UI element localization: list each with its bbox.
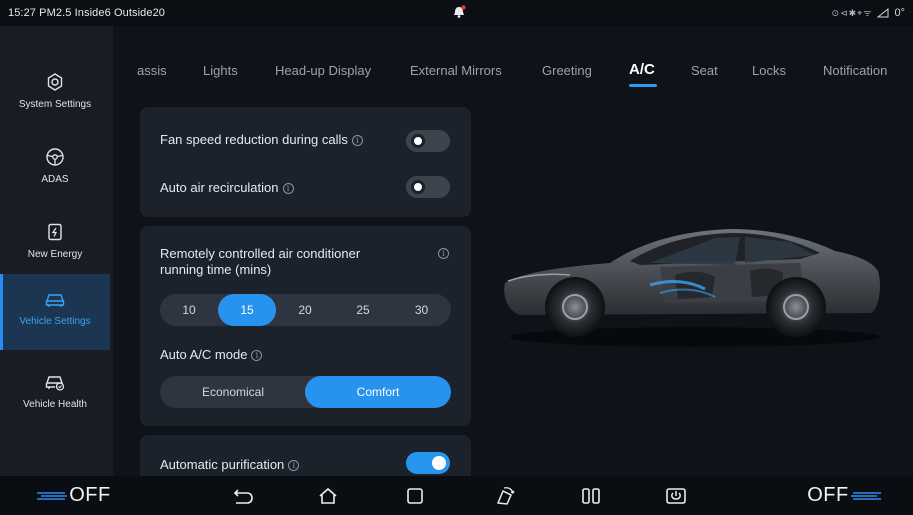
tab-bar: assis Lights Head-up Display External Mi… <box>113 26 913 86</box>
info-icon[interactable]: i <box>282 183 294 194</box>
info-icon[interactable]: i <box>288 460 300 471</box>
left-fan-status: OFF <box>69 484 111 506</box>
tab-chassis[interactable]: assis <box>137 63 167 78</box>
auto-ac-mode-label: Auto A/C mode <box>160 347 248 362</box>
rotate-icon <box>496 486 515 505</box>
auto-ac-mode-row: Auto A/C mode i <box>160 347 263 362</box>
fan-speed-reduction-row: Fan speed reduction during calls i <box>160 132 363 147</box>
rotate-screen-button[interactable] <box>490 476 520 515</box>
runtime-option-15[interactable]: 15 <box>218 294 276 326</box>
tab-ac[interactable]: A/C <box>629 61 655 78</box>
toggle-knob <box>432 456 446 470</box>
tab-greeting[interactable]: Greeting <box>542 63 592 78</box>
sidebar-item-vehicle-settings[interactable]: Vehicle Settings <box>0 274 110 350</box>
mode-option-comfort[interactable]: Comfort <box>305 376 451 408</box>
sidebar-item-label: ADAS <box>41 174 69 185</box>
signal-icon <box>877 7 889 17</box>
fan-speed-reduction-label: Fan speed reduction during calls <box>160 132 348 147</box>
tab-seat[interactable]: Seat <box>691 63 718 78</box>
fan-speed-reduction-toggle[interactable] <box>406 130 450 152</box>
screen-power-icon <box>666 487 686 504</box>
sidebar-item-adas[interactable]: ADAS <box>0 132 110 207</box>
remote-runtime-label: Remotely controlled air conditioner runn… <box>160 246 361 277</box>
left-fan-control[interactable]: OFF <box>28 476 118 515</box>
auto-recirculation-row: Auto air recirculation i <box>160 180 294 195</box>
tab-head-up-display[interactable]: Head-up Display <box>275 63 371 78</box>
sidebar: System Settings ADAS New Energy Vehicle … <box>0 26 113 476</box>
home-icon <box>319 487 337 504</box>
temperature-readout: 0° <box>894 6 905 19</box>
right-fan-status: OFF <box>807 484 849 506</box>
car-health-icon <box>44 371 66 393</box>
notification-icon <box>454 5 466 18</box>
bottom-bar: OFF OFF <box>0 476 913 515</box>
back-icon <box>233 488 253 504</box>
split-screen-button[interactable] <box>577 476 605 515</box>
mode-option-economical[interactable]: Economical <box>160 376 306 408</box>
auto-ac-mode-selector: Economical Comfort <box>160 376 451 408</box>
steering-wheel-icon <box>44 146 66 168</box>
recent-apps-icon <box>407 487 423 504</box>
tab-external-mirrors[interactable]: External Mirrors <box>410 63 502 78</box>
runtime-option-10[interactable]: 10 <box>160 294 218 326</box>
screen: 15:27 PM2.5 Inside6 Outside20 ⊙⊲✱⌖ᯤ 0° S… <box>0 0 913 515</box>
remote-runtime-selector: 10 15 20 25 30 <box>160 294 451 326</box>
card-remote-ac: Remotely controlled air conditioner runn… <box>140 226 471 426</box>
sidebar-item-label: Vehicle Settings <box>19 316 91 327</box>
auto-recirculation-label: Auto air recirculation <box>160 180 279 195</box>
active-tab-indicator <box>629 84 657 87</box>
left-fan-icon <box>37 491 68 500</box>
tab-locks[interactable]: Locks <box>752 63 786 78</box>
card-call-and-recirculation: Fan speed reduction during calls i Auto a… <box>140 107 471 217</box>
sidebar-item-vehicle-health[interactable]: Vehicle Health <box>0 357 110 432</box>
right-fan-icon <box>850 491 881 500</box>
screen-off-button[interactable] <box>661 476 691 515</box>
toggle-knob <box>411 134 425 148</box>
sidebar-item-system-settings[interactable]: System Settings <box>0 57 110 132</box>
status-bar: 15:27 PM2.5 Inside6 Outside20 ⊙⊲✱⌖ᯤ 0° <box>0 0 913 26</box>
info-icon[interactable]: i <box>351 135 363 146</box>
runtime-option-30[interactable]: 30 <box>392 294 451 326</box>
status-text: 15:27 PM2.5 Inside6 Outside20 <box>8 7 166 19</box>
sidebar-item-new-energy[interactable]: New Energy <box>0 207 110 282</box>
car-icon <box>44 288 66 310</box>
split-screen-icon <box>582 487 600 504</box>
right-fan-control[interactable]: OFF <box>800 476 890 515</box>
tab-notification[interactable]: Notification <box>823 63 887 78</box>
battery-icon <box>44 221 66 243</box>
tab-lights[interactable]: Lights <box>203 63 238 78</box>
info-icon[interactable]: i <box>438 248 449 259</box>
connectivity-icons: ⊙⊲✱⌖ᯤ <box>831 8 873 18</box>
gear-icon <box>44 71 66 93</box>
auto-purification-toggle[interactable] <box>406 452 450 474</box>
runtime-option-20[interactable]: 20 <box>276 294 334 326</box>
status-icons: ⊙⊲✱⌖ᯤ 0° <box>832 6 905 19</box>
sidebar-item-label: Vehicle Health <box>23 399 87 410</box>
recent-apps-button[interactable] <box>401 476 429 515</box>
info-icon[interactable]: i <box>251 350 263 361</box>
back-button[interactable] <box>229 476 257 515</box>
auto-recirculation-toggle[interactable] <box>406 176 450 198</box>
sidebar-item-label: System Settings <box>18 99 92 110</box>
auto-purification-label: Automatic purification <box>160 457 285 472</box>
sidebar-item-label: New Energy <box>27 249 83 260</box>
runtime-option-25[interactable]: 25 <box>334 294 392 326</box>
car-illustration <box>504 229 880 347</box>
toggle-knob <box>411 180 425 194</box>
home-button[interactable] <box>314 476 342 515</box>
auto-purification-row: Automatic purification i <box>160 457 300 472</box>
